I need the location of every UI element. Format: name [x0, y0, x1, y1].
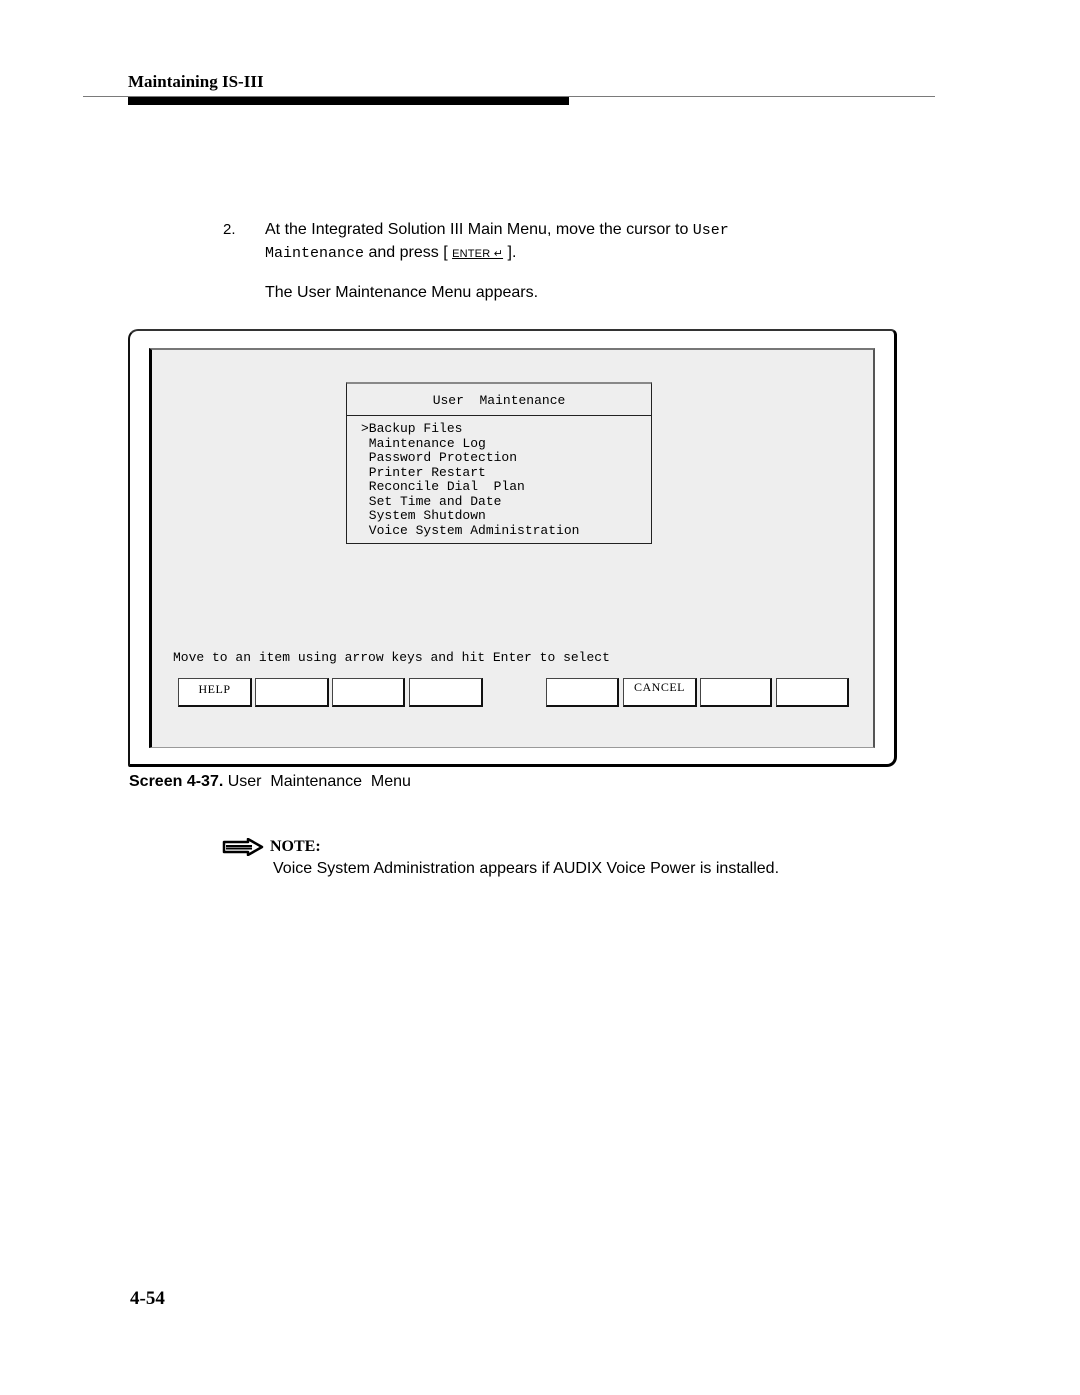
- user-maintenance-menu: User Maintenance >Backup Files Maintenan…: [346, 382, 652, 544]
- note-arrow-icon: [222, 838, 264, 856]
- menu-item-system-shutdown[interactable]: System Shutdown: [361, 508, 579, 524]
- caption-label: Screen 4-37.: [129, 773, 224, 790]
- function-key-3[interactable]: [332, 678, 405, 707]
- page-number: 4-54: [130, 1288, 165, 1309]
- menu-item-reconcile-dial-plan[interactable]: Reconcile Dial Plan: [361, 479, 579, 495]
- function-key-5[interactable]: [546, 678, 619, 707]
- enter-key: ENTER ↵: [452, 248, 504, 260]
- running-head: Maintaining IS-III: [128, 72, 264, 91]
- step-text: At the Integrated Solution III Main Menu…: [265, 219, 825, 265]
- menu-title: User Maintenance: [432, 393, 566, 408]
- step-number: 2.: [223, 221, 236, 238]
- menu-list: >Backup Files Maintenance Log Password P…: [361, 421, 580, 539]
- screen-caption: Screen 4-37. User Maintenance Menu: [129, 773, 411, 791]
- step-press: and press [: [364, 244, 453, 261]
- function-key-2[interactable]: [255, 678, 329, 707]
- menu-item-backup-files[interactable]: >Backup Files: [361, 421, 579, 437]
- function-key-4[interactable]: [409, 678, 483, 707]
- help-button[interactable]: HELP: [178, 678, 252, 707]
- menu-option-ref-2: Maintenance: [265, 245, 365, 262]
- caption-title: User Maintenance Menu: [223, 773, 411, 790]
- cancel-button[interactable]: CANCEL: [623, 678, 697, 707]
- menu-option-ref-1: User: [692, 222, 729, 239]
- menu-item-printer-restart[interactable]: Printer Restart: [361, 465, 579, 481]
- note-text: Voice System Administration appears if A…: [273, 860, 780, 877]
- function-key-7[interactable]: [700, 678, 772, 707]
- step-end: ].: [503, 244, 517, 261]
- function-key-8[interactable]: [776, 678, 849, 707]
- menu-divider: [347, 415, 651, 416]
- step-instruction: At the Integrated Solution III Main Menu…: [265, 221, 693, 238]
- header-rule-bar: [128, 97, 569, 105]
- menu-item-set-time-and-date[interactable]: Set Time and Date: [361, 494, 579, 510]
- menu-item-password-protection[interactable]: Password Protection: [361, 450, 579, 466]
- menu-item-voice-system-administration[interactable]: Voice System Administration: [361, 523, 580, 539]
- menu-item-maintenance-log[interactable]: Maintenance Log: [361, 436, 579, 452]
- note-label: NOTE:: [270, 838, 321, 855]
- step-result: The User Maintenance Menu appears.: [265, 284, 539, 301]
- status-line: Move to an item using arrow keys and hit…: [173, 650, 610, 665]
